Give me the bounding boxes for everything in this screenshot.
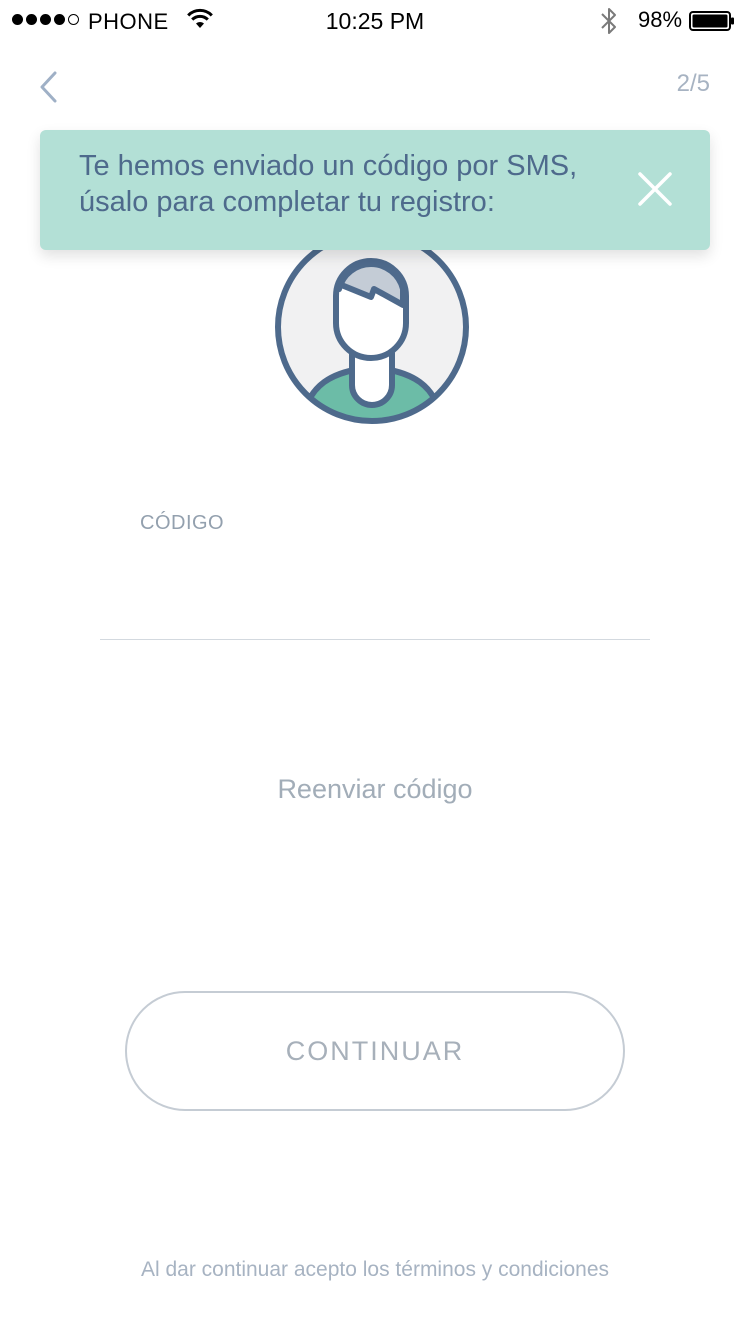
sms-toast: Te hemos enviado un código por SMS, úsal… (40, 130, 710, 250)
status-bar: PHONE 10:25 PM 98% (0, 0, 750, 40)
avatar-user-icon (275, 230, 469, 424)
close-icon[interactable] (636, 170, 674, 208)
code-label: CÓDIGO (140, 512, 225, 534)
continue-button[interactable]: CONTINUAR (125, 991, 625, 1111)
step-indicator: 2/5 (676, 70, 710, 97)
back-chevron-icon[interactable] (30, 66, 70, 106)
bluetooth-icon (601, 8, 616, 34)
screen: PHONE 10:25 PM 98% 2/5 Te hemos enviado … (0, 0, 750, 1334)
code-input[interactable] (100, 550, 650, 640)
terms-link[interactable]: Al dar continuar acepto los términos y c… (0, 1258, 750, 1282)
battery-icon (689, 11, 734, 31)
resend-code-link[interactable]: Reenviar código (0, 774, 750, 805)
toast-message: Te hemos enviado un código por SMS, úsal… (79, 150, 578, 218)
battery-percent: 98% (638, 7, 683, 32)
